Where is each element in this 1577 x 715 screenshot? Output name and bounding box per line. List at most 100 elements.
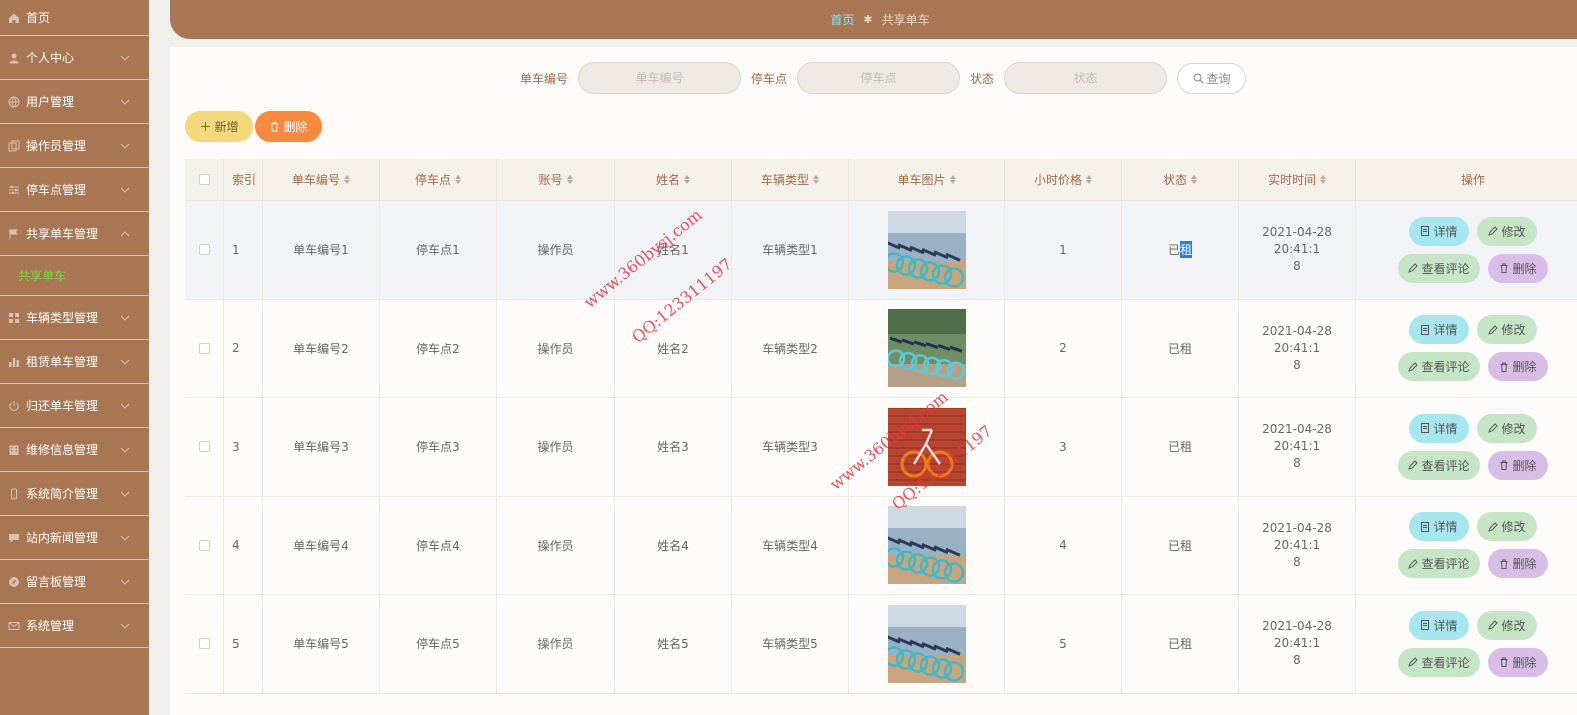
time-text-wrap: 8 — [1293, 653, 1301, 668]
view-comments-button[interactable]: 查看评论 — [1398, 253, 1480, 283]
type-cell: 车辆类型3 — [732, 398, 849, 496]
col-park[interactable]: 停车点 — [380, 159, 497, 200]
delete-button[interactable]: 删除 — [1488, 647, 1548, 677]
select-all-checkbox[interactable] — [198, 174, 210, 185]
table-body: 1 单车编号1 停车点1 操作员 姓名1 车辆类型1 1 已租 2021-04-… — [185, 201, 1577, 694]
col-image[interactable]: 单车图片 — [849, 159, 1005, 200]
add-button[interactable]: ＋ 新增 — [185, 111, 253, 142]
mail-icon — [8, 620, 20, 632]
query-button[interactable]: 查询 — [1177, 62, 1247, 94]
sidebar-item-system-intro-management[interactable]: 系统简介管理 — [0, 472, 149, 516]
sidebar-item-home[interactable]: 首页 — [0, 0, 149, 36]
chevron-down-icon — [120, 579, 130, 585]
sidebar-item-operator-management[interactable]: 操作员管理 — [0, 124, 149, 168]
view-comments-button[interactable]: 查看评论 — [1398, 352, 1480, 382]
sidebar-item-label: 操作员管理 — [26, 139, 87, 153]
comment-label: 查看评论 — [1421, 557, 1470, 572]
type-cell: 车辆类型1 — [732, 201, 849, 299]
status-text: 已租 — [1167, 341, 1192, 356]
row-checkbox[interactable] — [198, 244, 210, 256]
table-row[interactable]: 4 单车编号4 停车点4 操作员 姓名4 车辆类型4 4 已租 2021-04-… — [185, 496, 1577, 595]
row-checkbox[interactable] — [198, 342, 210, 354]
select-all-cell — [185, 159, 224, 200]
globe-icon — [8, 96, 20, 108]
sidebar-item-return-management[interactable]: 归还单车管理 — [0, 384, 149, 428]
park-input[interactable] — [797, 62, 961, 94]
col-type[interactable]: 车辆类型 — [732, 159, 849, 200]
sidebar-subitem-label: 共享单车 — [18, 269, 67, 283]
sidebar-item-repair-management[interactable]: 维修信息管理 — [0, 428, 149, 472]
col-label: 状态 — [1162, 173, 1187, 187]
col-name[interactable]: 姓名 — [615, 159, 732, 200]
sidebar-item-rental-management[interactable]: 租赁单车管理 — [0, 340, 149, 384]
table-row[interactable]: 5 单车编号5 停车点5 操作员 姓名5 车辆类型5 5 已租 2021-04-… — [185, 595, 1577, 694]
detail-button[interactable]: 详情 — [1409, 413, 1469, 443]
detail-label: 详情 — [1433, 323, 1458, 338]
sidebar-item-parking-management[interactable]: 停车点管理 — [0, 168, 149, 212]
row-checkbox[interactable] — [198, 441, 210, 453]
view-comments-button[interactable]: 查看评论 — [1398, 549, 1480, 579]
breadcrumb-home-link[interactable]: 首页 — [830, 11, 854, 28]
bike-photo[interactable] — [887, 210, 966, 289]
detail-button[interactable]: 详情 — [1409, 216, 1469, 246]
bike-photo[interactable] — [887, 309, 966, 388]
sidebar-subitem-shared-bike[interactable]: 共享单车 — [0, 256, 149, 296]
col-bike-no[interactable]: 单车编号 — [263, 159, 380, 200]
row-checkbox[interactable] — [198, 638, 210, 650]
col-label: 车辆类型 — [760, 173, 809, 187]
sidebar-item-personal-center[interactable]: 个人中心 — [0, 36, 149, 80]
sidebar-item-user-management[interactable]: 用户管理 — [0, 80, 149, 124]
detail-label: 详情 — [1433, 520, 1458, 535]
edit-button[interactable]: 修改 — [1477, 216, 1537, 246]
edit-button[interactable]: 修改 — [1477, 610, 1537, 640]
bike-no-input[interactable] — [578, 62, 742, 94]
col-account[interactable]: 账号 — [497, 159, 615, 200]
row-checkbox[interactable] — [198, 539, 210, 551]
sidebar-item-vehicle-type-management[interactable]: 车辆类型管理 — [0, 296, 149, 340]
table-row[interactable]: 2 单车编号2 停车点2 操作员 姓名2 车辆类型2 2 已租 2021-04-… — [185, 299, 1577, 398]
edit-label: 修改 — [1501, 618, 1526, 633]
col-time[interactable]: 实时时间 — [1239, 159, 1356, 200]
edit-button[interactable]: 修改 — [1477, 315, 1537, 345]
status-label: 状态 — [970, 71, 995, 86]
edit-button[interactable]: 修改 — [1477, 512, 1537, 542]
home-icon — [8, 12, 20, 24]
view-comments-button[interactable]: 查看评论 — [1398, 450, 1480, 480]
bike-photo[interactable] — [887, 506, 966, 585]
table-row[interactable]: 3 单车编号3 停车点3 操作员 姓名3 车辆类型3 3 已租 2021-04-… — [185, 398, 1577, 497]
image-cell — [849, 398, 1005, 496]
detail-button[interactable]: 详情 — [1409, 512, 1469, 542]
detail-button[interactable]: 详情 — [1409, 610, 1469, 640]
batch-delete-button[interactable]: 删除 — [255, 111, 322, 142]
sidebar-item-shared-bike-management[interactable]: 共享单车管理 — [0, 212, 149, 256]
bike-photo[interactable] — [887, 407, 966, 486]
detail-label: 详情 — [1433, 224, 1458, 239]
search-form: 单车编号 停车点 状态 查询 — [520, 62, 1247, 94]
sidebar-item-news-management[interactable]: 站内新闻管理 — [0, 516, 149, 560]
status-input[interactable] — [1004, 62, 1168, 94]
view-comments-button[interactable]: 查看评论 — [1398, 647, 1480, 677]
bike-photo[interactable] — [887, 604, 966, 683]
col-price[interactable]: 小时价格 — [1005, 159, 1122, 200]
row-select-cell — [185, 398, 224, 496]
status-text: 已 — [1167, 243, 1180, 258]
sidebar-item-system-management[interactable]: 系统管理 — [0, 604, 149, 648]
delete-button[interactable]: 删除 — [1488, 253, 1548, 283]
edit-label: 修改 — [1501, 520, 1526, 535]
time-text: 2021-04-28 20:41:1 — [1262, 225, 1332, 257]
delete-button[interactable]: 删除 — [1488, 352, 1548, 382]
remove-label: 删除 — [1512, 655, 1537, 670]
col-status[interactable]: 状态 — [1122, 159, 1239, 200]
delete-button[interactable]: 删除 — [1488, 450, 1548, 480]
col-label: 停车点 — [414, 173, 451, 187]
chevron-down-icon — [120, 315, 130, 321]
sidebar-item-message-board-management[interactable]: 留言板管理 — [0, 560, 149, 604]
status-text: 已租 — [1167, 440, 1192, 455]
bike-no-cell: 单车编号4 — [263, 496, 380, 594]
delete-button[interactable]: 删除 — [1488, 549, 1548, 579]
sort-icon — [949, 175, 956, 184]
edit-button[interactable]: 修改 — [1477, 413, 1537, 443]
detail-button[interactable]: 详情 — [1409, 315, 1469, 345]
table-row[interactable]: 1 单车编号1 停车点1 操作员 姓名1 车辆类型1 1 已租 2021-04-… — [185, 201, 1577, 300]
remove-label: 删除 — [1512, 557, 1537, 572]
